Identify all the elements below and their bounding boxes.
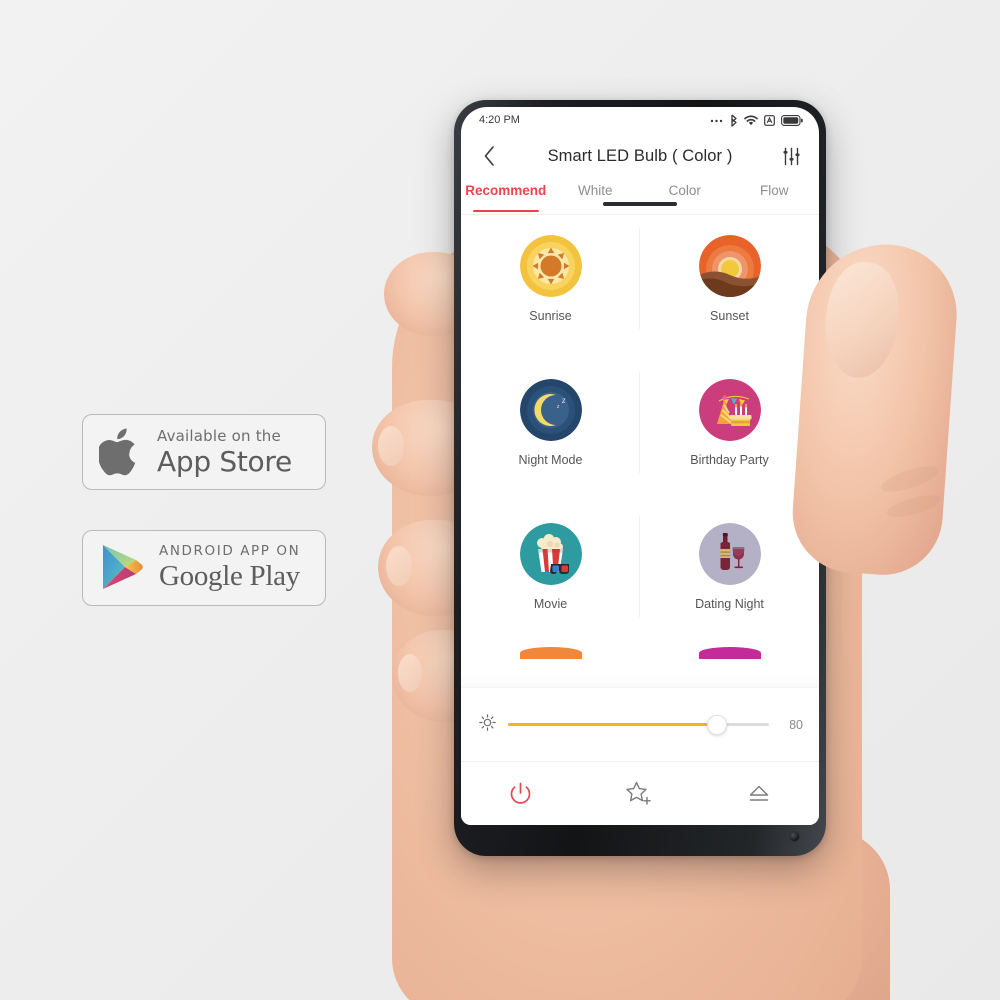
partial-orange-icon xyxy=(519,647,582,659)
back-button[interactable] xyxy=(475,142,503,170)
scene-label: Movie xyxy=(533,597,568,611)
vibrate-icon xyxy=(764,114,775,126)
google-play-logo-icon xyxy=(99,543,145,593)
movie-icon xyxy=(519,523,582,585)
scene-item-partial-right[interactable] xyxy=(640,647,819,671)
grid-fade-overlay xyxy=(461,673,819,687)
earpiece-speaker xyxy=(603,202,677,206)
svg-text:z: z xyxy=(561,395,566,405)
brightness-slider[interactable] xyxy=(508,714,769,735)
scene-label: Sunrise xyxy=(529,309,572,323)
tab-white[interactable]: White xyxy=(551,179,641,214)
smartphone-device: 4:20 PM Smart LED Bulb (Color) Recomme… xyxy=(454,100,826,856)
sunset-icon xyxy=(698,235,761,297)
wifi-icon xyxy=(744,115,758,126)
birthday-party-icon xyxy=(698,379,761,441)
brightness-slider-fill xyxy=(508,723,717,726)
bluetooth-icon xyxy=(729,114,738,127)
action-bar xyxy=(461,761,819,825)
share-button[interactable] xyxy=(700,783,819,805)
scene-item-sunset[interactable]: Sunset xyxy=(640,215,819,343)
status-time: 4:20 PM xyxy=(479,114,520,126)
page-title: Smart LED Bulb ( Color ) xyxy=(547,146,733,165)
brightness-value: 80 xyxy=(789,717,803,732)
scene-label: Night Mode xyxy=(518,453,583,467)
scene-item-sunrise[interactable]: Sunrise xyxy=(461,215,640,343)
tab-color[interactable]: Color xyxy=(640,179,730,214)
brightness-row: 80 xyxy=(461,687,819,761)
brightness-slider-thumb[interactable] xyxy=(706,714,727,735)
night-mode-icon: z z xyxy=(519,379,582,441)
scene-label: Birthday Party xyxy=(690,453,769,467)
tab-recommend[interactable]: Recommend xyxy=(461,179,551,214)
scene-grid: Sunrise Sunset z z Night Mode Birthday P… xyxy=(461,215,819,687)
front-camera xyxy=(789,831,800,842)
app-store-subtitle: Available on the xyxy=(157,426,281,445)
phone-screen: 4:20 PM Smart LED Bulb (Color) Recomme… xyxy=(461,107,819,825)
google-play-title: Google Play xyxy=(159,560,300,593)
app-store-badge[interactable]: Available on the App Store xyxy=(82,414,326,490)
scene-item-movie[interactable]: Movie xyxy=(461,503,640,631)
title-bar: Smart LED Bulb ( Color ) xyxy=(461,133,819,179)
sunrise-icon xyxy=(519,235,582,297)
google-play-subtitle: ANDROID APP ON xyxy=(159,542,301,559)
favorite-button[interactable] xyxy=(580,781,699,807)
status-bar: 4:20 PM xyxy=(461,107,819,133)
google-play-badge[interactable]: ANDROID APP ON Google Play xyxy=(82,530,326,606)
scene-item-dating-night[interactable]: Dating Night xyxy=(640,503,819,631)
battery-icon xyxy=(781,114,803,126)
power-button[interactable] xyxy=(461,781,580,806)
scene-item-night-mode[interactable]: z z Night Mode xyxy=(461,359,640,487)
apple-logo-icon xyxy=(99,426,143,478)
scene-label: Dating Night xyxy=(695,597,764,611)
app-store-title: App Store xyxy=(157,444,292,478)
scene-label: Sunset xyxy=(710,309,749,323)
tab-bar: Recommend White Color Flow xyxy=(461,179,819,215)
more-ellipsis-icon xyxy=(710,115,723,125)
dating-night-icon xyxy=(698,523,761,585)
partial-magenta-icon xyxy=(698,647,761,659)
brightness-sun-icon xyxy=(479,713,496,736)
scene-item-partial-left[interactable] xyxy=(461,647,640,671)
sliders-icon[interactable] xyxy=(777,142,805,170)
scene-item-birthday-party[interactable]: Birthday Party xyxy=(640,359,819,487)
tab-flow[interactable]: Flow xyxy=(730,179,820,214)
